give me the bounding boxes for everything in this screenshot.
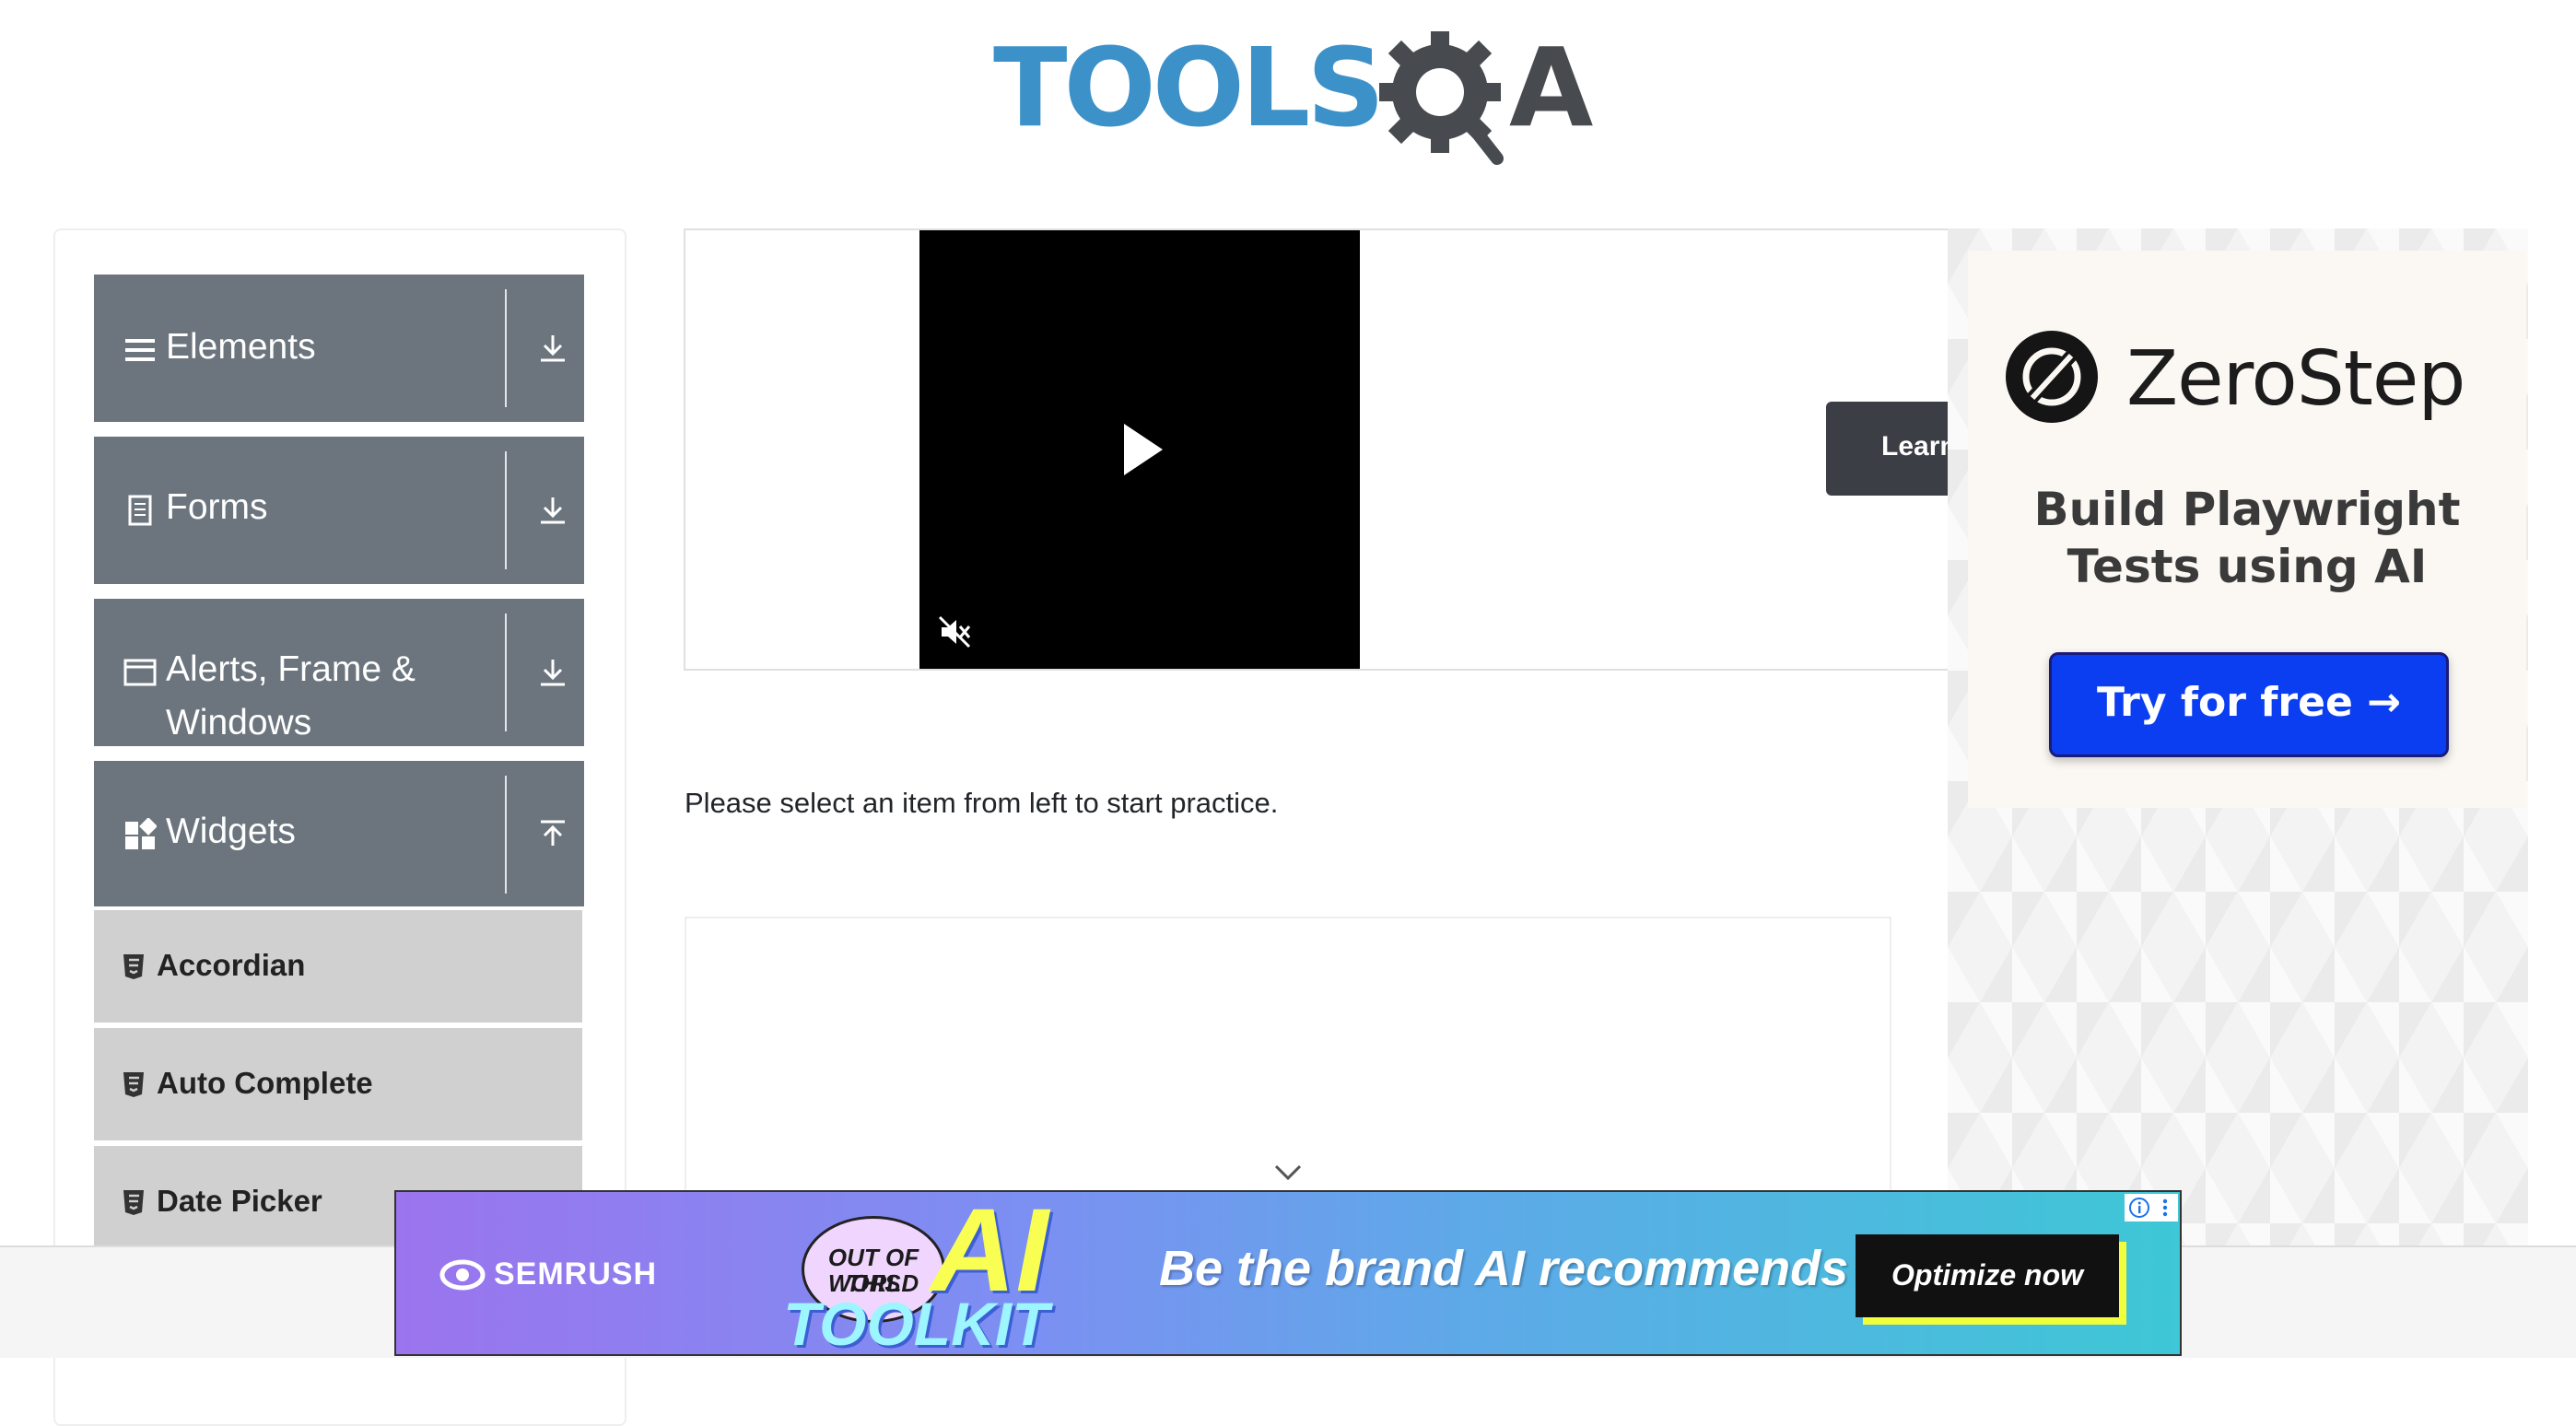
sidebar-group-label: Forms [166, 487, 268, 527]
toolkit-text: TOOLKIT [783, 1290, 1049, 1356]
tagline-line2: Tests using AI [2067, 540, 2428, 593]
sidebar-group-elements[interactable]: Elements [94, 275, 584, 422]
sidebar-item-auto-complete[interactable]: Auto Complete [94, 1028, 582, 1140]
learn-more-button[interactable]: Learn [1826, 402, 1957, 496]
ad-choices[interactable] [2125, 1194, 2178, 1221]
sidebar-group-label-line2: Windows [166, 703, 312, 742]
logo-suffix: A [1509, 24, 1594, 151]
divider [505, 451, 507, 569]
sidebar-item-label: Date Picker [157, 1184, 322, 1218]
download-arrow-icon [541, 497, 565, 524]
sidebar-group-forms[interactable]: Forms [94, 437, 584, 584]
zerostep-logo-icon [2006, 331, 2098, 423]
more-options-icon[interactable] [2158, 1197, 2172, 1219]
play-icon[interactable] [1120, 422, 1166, 477]
sidebar-group-label: Elements [166, 327, 316, 367]
try-for-free-label: Try for free → [2097, 679, 2401, 726]
learn-more-label: Learn [1881, 431, 1957, 462]
list-icon [125, 339, 155, 361]
upload-arrow-icon [541, 820, 565, 846]
optimize-now-label: Optimize now [1891, 1258, 2083, 1292]
zerostep-brand: ZeroStep [2126, 335, 2465, 423]
logo-text: TOOLS [993, 24, 1385, 151]
mute-icon[interactable] [936, 614, 973, 650]
info-icon[interactable] [2128, 1197, 2150, 1219]
download-arrow-icon [541, 335, 565, 362]
optimize-now-button[interactable]: Optimize now [1856, 1234, 2119, 1317]
divider [505, 614, 507, 731]
semrush-banner-ad[interactable]: SEMRUSH OUT OF THIS WORLD AI TOOLKIT Be … [394, 1190, 2182, 1356]
toolsqa-logo[interactable]: TOOLS A [993, 24, 1594, 166]
document-icon [128, 495, 152, 526]
html5-icon [123, 1072, 144, 1097]
semrush-fire-icon [439, 1259, 486, 1291]
try-for-free-button[interactable]: Try for free → [2049, 652, 2449, 757]
sidebar-group-widgets[interactable]: Widgets [94, 761, 584, 906]
html5-icon [123, 1190, 144, 1215]
sidebar-item-accordian[interactable]: Accordian [94, 910, 582, 1023]
chevron-down-icon[interactable] [1273, 1163, 1303, 1183]
ai-toolkit-graphic: OUT OF THIS WORLD AI TOOLKIT [783, 1192, 1060, 1356]
ad-headline: Be the brand AI recommends [1159, 1241, 1849, 1296]
html5-icon [123, 954, 144, 979]
sidebar-item-label: Accordian [157, 948, 306, 982]
sidebar-item-label: Auto Complete [157, 1066, 373, 1100]
tagline-line1: Build Playwright [2033, 483, 2461, 536]
zerostep-tagline: Build Playwright Tests using AI [1968, 481, 2526, 595]
divider [505, 776, 507, 894]
window-icon [123, 659, 157, 686]
widgets-icon [125, 818, 157, 849]
divider [505, 289, 507, 407]
sidebar-group-alerts-frame-windows[interactable]: Alerts, Frame & Windows [94, 599, 584, 746]
sidebar-group-label-line1: Alerts, Frame & [166, 649, 416, 689]
semrush-brand: SEMRUSH [494, 1257, 658, 1292]
video-player[interactable] [919, 230, 1360, 669]
sidebar-group-label: Widgets [166, 812, 296, 851]
practice-instruction: Please select an item from left to start… [685, 787, 1279, 819]
zerostep-ad[interactable]: ZeroStep Build Playwright Tests using AI… [1968, 251, 2526, 808]
download-arrow-icon [541, 660, 565, 686]
